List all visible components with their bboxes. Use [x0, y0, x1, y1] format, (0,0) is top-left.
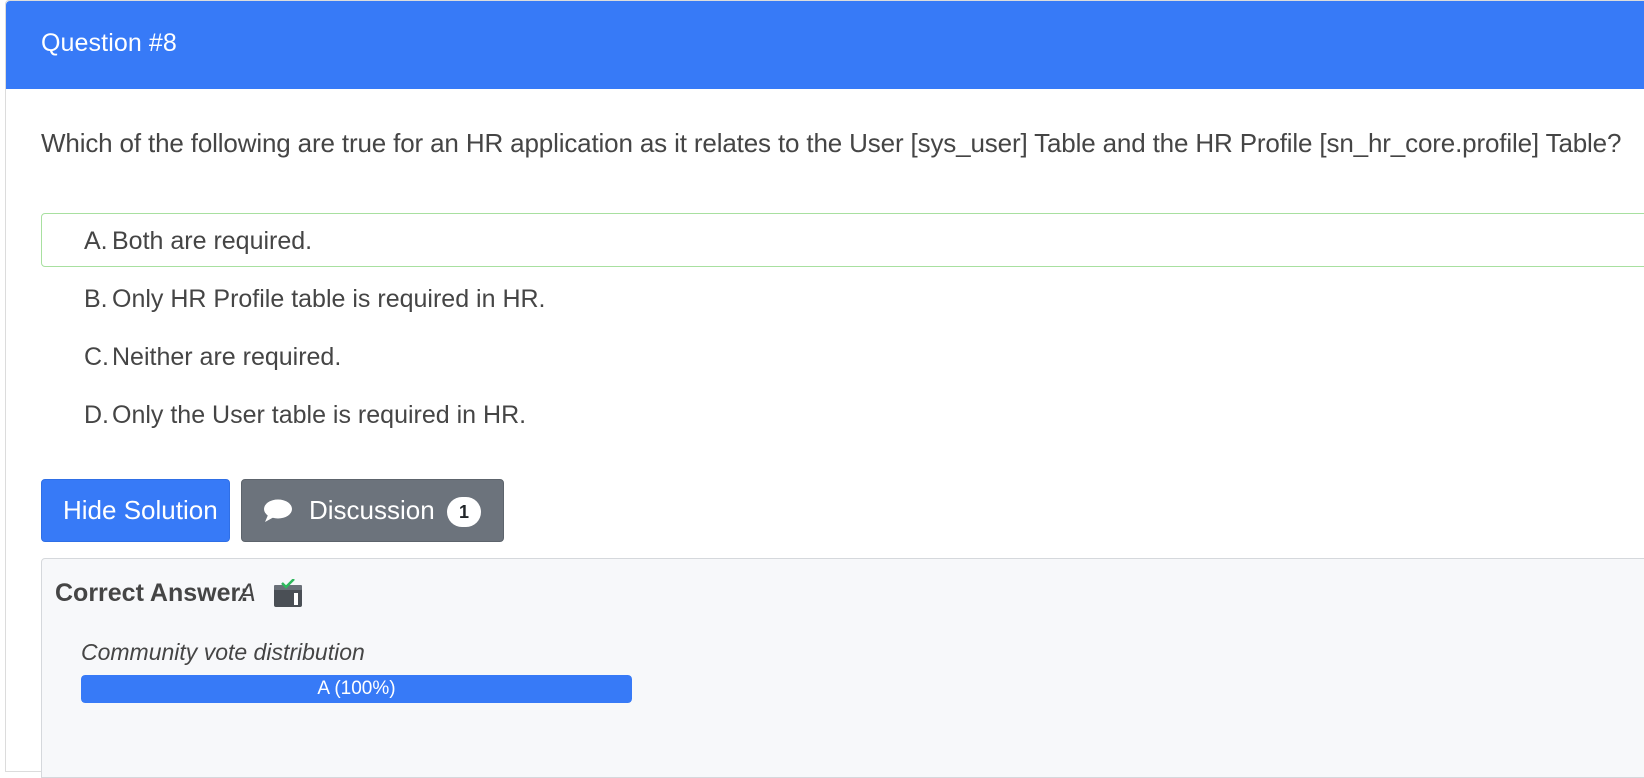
question-card: Question #8 Which of the following are t…: [5, 0, 1644, 778]
choice-a[interactable]: A. Both are required.: [41, 213, 1644, 267]
choice-text: Neither are required.: [112, 343, 342, 371]
choice-letter: C.: [84, 343, 109, 371]
correct-answer-value: A: [239, 579, 256, 607]
discussion-button[interactable]: Discussion 1: [241, 479, 504, 542]
question-text: Which of the following are true for an H…: [41, 128, 1622, 158]
speech-bubble-icon: [264, 499, 292, 522]
question-title: Question #8: [41, 29, 177, 57]
vote-distribution-title: Community vote distribution: [81, 639, 365, 665]
discussion-label: Discussion: [309, 495, 435, 525]
choice-letter: B.: [84, 285, 108, 313]
question-header: Question #8: [6, 1, 1644, 89]
choice-text: Only the User table is required in HR.: [112, 401, 527, 429]
choice-d[interactable]: D. Only the User table is required in HR…: [41, 387, 1644, 441]
vote-segment-a: A (100%): [81, 675, 632, 703]
choice-letter: D.: [84, 401, 109, 429]
vote-distribution-bar: A (100%): [81, 675, 632, 703]
choice-c[interactable]: C. Neither are required.: [41, 329, 1644, 383]
choice-letter: A.: [84, 227, 108, 255]
hide-solution-button[interactable]: Hide Solution: [41, 479, 230, 542]
discussion-count-badge: 1: [447, 497, 481, 527]
choice-text: Both are required.: [112, 227, 313, 255]
correct-answer-label: Correct Answer:: [55, 579, 249, 607]
choice-text: Only HR Profile table is required in HR.: [112, 285, 546, 313]
reveal-solution-icon[interactable]: [272, 579, 304, 609]
choice-b[interactable]: B. Only HR Profile table is required in …: [41, 271, 1644, 325]
hide-solution-label: Hide Solution: [63, 495, 218, 525]
solution-panel: Correct Answer: A Community vote distrib…: [41, 558, 1644, 778]
